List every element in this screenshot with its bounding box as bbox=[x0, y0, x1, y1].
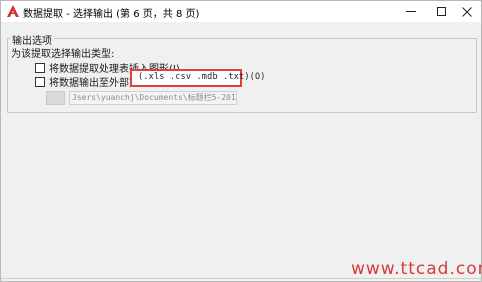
export-file-checkbox[interactable] bbox=[35, 76, 45, 87]
file-types-label[interactable]: (.xls .csv .mdb .txt)(O) bbox=[138, 72, 266, 82]
insert-table-checkbox[interactable] bbox=[35, 62, 45, 73]
maximize-icon bbox=[436, 7, 446, 16]
autocad-logo-icon bbox=[7, 5, 19, 17]
output-path-field[interactable]: Jsers\yuanchj\Documents\标题栏5-2013.xls bbox=[69, 91, 237, 105]
output-type-description: 为该提取选择输出类型: bbox=[11, 49, 115, 60]
title-bar: 数据提取 - 选择输出 (第 6 页，共 8 页) bbox=[1, 1, 481, 22]
close-button[interactable] bbox=[452, 1, 482, 22]
minimize-icon bbox=[406, 11, 416, 12]
data-extraction-window: 数据提取 - 选择输出 (第 6 页，共 8 页) 输出选项 为该提取选择输出类… bbox=[0, 0, 482, 282]
watermark: www.ttcad.com bbox=[351, 259, 482, 279]
close-icon bbox=[462, 6, 472, 17]
minimize-button[interactable] bbox=[396, 1, 426, 22]
window-title: 数据提取 - 选择输出 (第 6 页，共 8 页) bbox=[23, 9, 200, 20]
browse-button[interactable] bbox=[46, 91, 65, 105]
bottom-divider bbox=[1, 278, 481, 279]
